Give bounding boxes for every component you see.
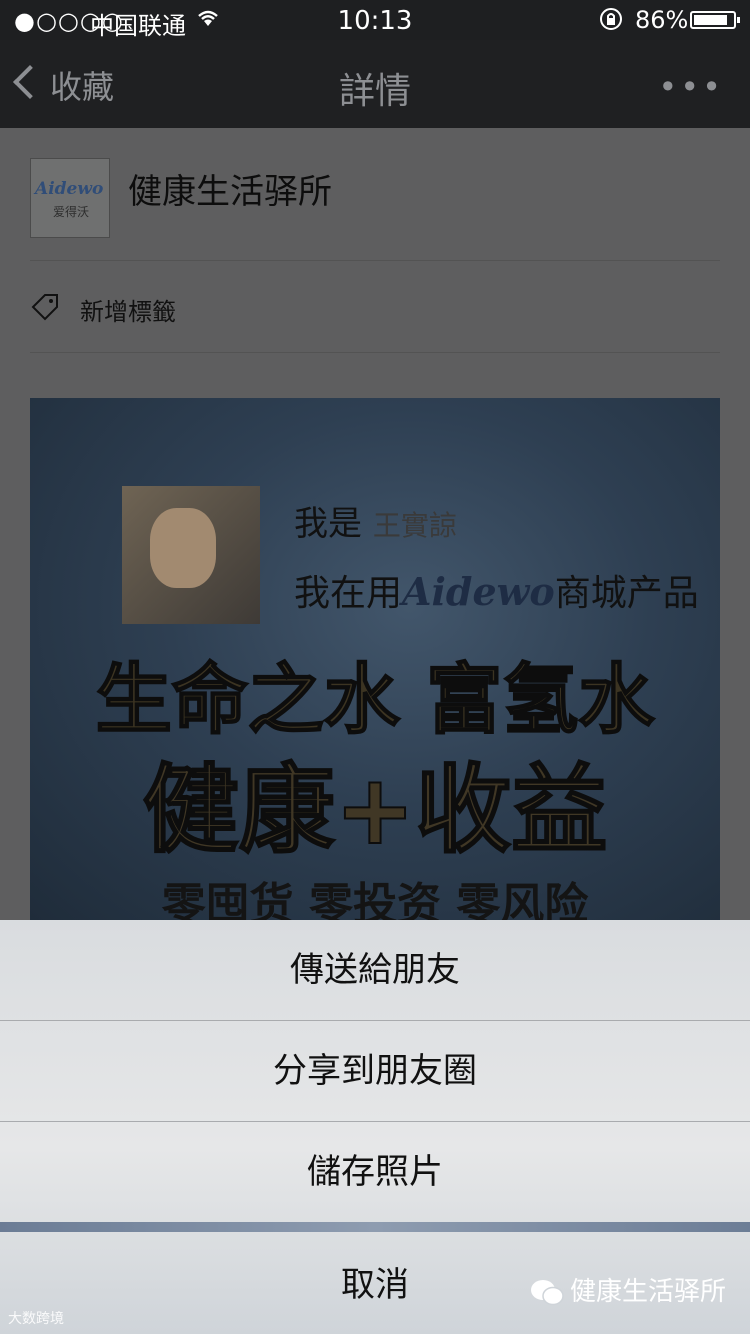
tag-icon[interactable]: [30, 292, 60, 322]
battery-fill: [694, 15, 727, 25]
battery-icon: [690, 11, 740, 29]
share-to-moments-button[interactable]: 分享到朋友圈: [0, 1021, 750, 1121]
more-button[interactable]: •••: [658, 68, 724, 106]
corner-watermark: 大数跨境: [8, 1311, 64, 1327]
page-title: 詳情: [338, 71, 411, 112]
add-tag-button[interactable]: 新增標籤: [80, 292, 176, 327]
battery-percent: 86%: [635, 6, 689, 34]
logo-brand: Aidewo: [35, 179, 104, 199]
poster-headline-3: 零囤货 零投资 零风险: [161, 879, 589, 920]
poster-i-am: 我是 王實諒: [294, 504, 457, 544]
send-to-friend-button[interactable]: 傳送給朋友: [0, 920, 750, 1020]
poster-brand-logo: Aidewo: [402, 569, 555, 614]
rotation-lock-icon: [598, 6, 624, 38]
save-photo-button[interactable]: 儲存照片: [0, 1122, 750, 1222]
action-sheet: 傳送給朋友 分享到朋友圈 儲存照片 取消 健康生活驿所 大数跨境: [0, 920, 750, 1334]
account-name[interactable]: 健康生活驿所: [128, 164, 332, 213]
divider: [30, 260, 720, 261]
watermark: 健康生活驿所: [530, 1271, 726, 1308]
poster-image[interactable]: 我是 王實諒 我在用Aidewo商城产品 生命之水 富氢水 健康+收益 零囤货 …: [30, 398, 720, 920]
status-bar: ●○○○○ 中国联通 10:13 86%: [0, 0, 750, 40]
poster-i-use: 我在用Aidewo商城产品: [294, 569, 699, 614]
divider: [30, 352, 720, 353]
face-image: [150, 508, 216, 588]
sheet-separator: [0, 1222, 750, 1232]
nav-bar: 收藏 詳情 •••: [0, 40, 750, 128]
wechat-icon: [530, 1279, 564, 1307]
watermark-text: 健康生活驿所: [569, 1277, 726, 1307]
poster-headline-2: 健康+收益: [142, 753, 608, 867]
account-avatar[interactable]: Aidewo 爱得沃: [30, 158, 110, 238]
logo-subtitle: 爱得沃: [53, 205, 90, 219]
